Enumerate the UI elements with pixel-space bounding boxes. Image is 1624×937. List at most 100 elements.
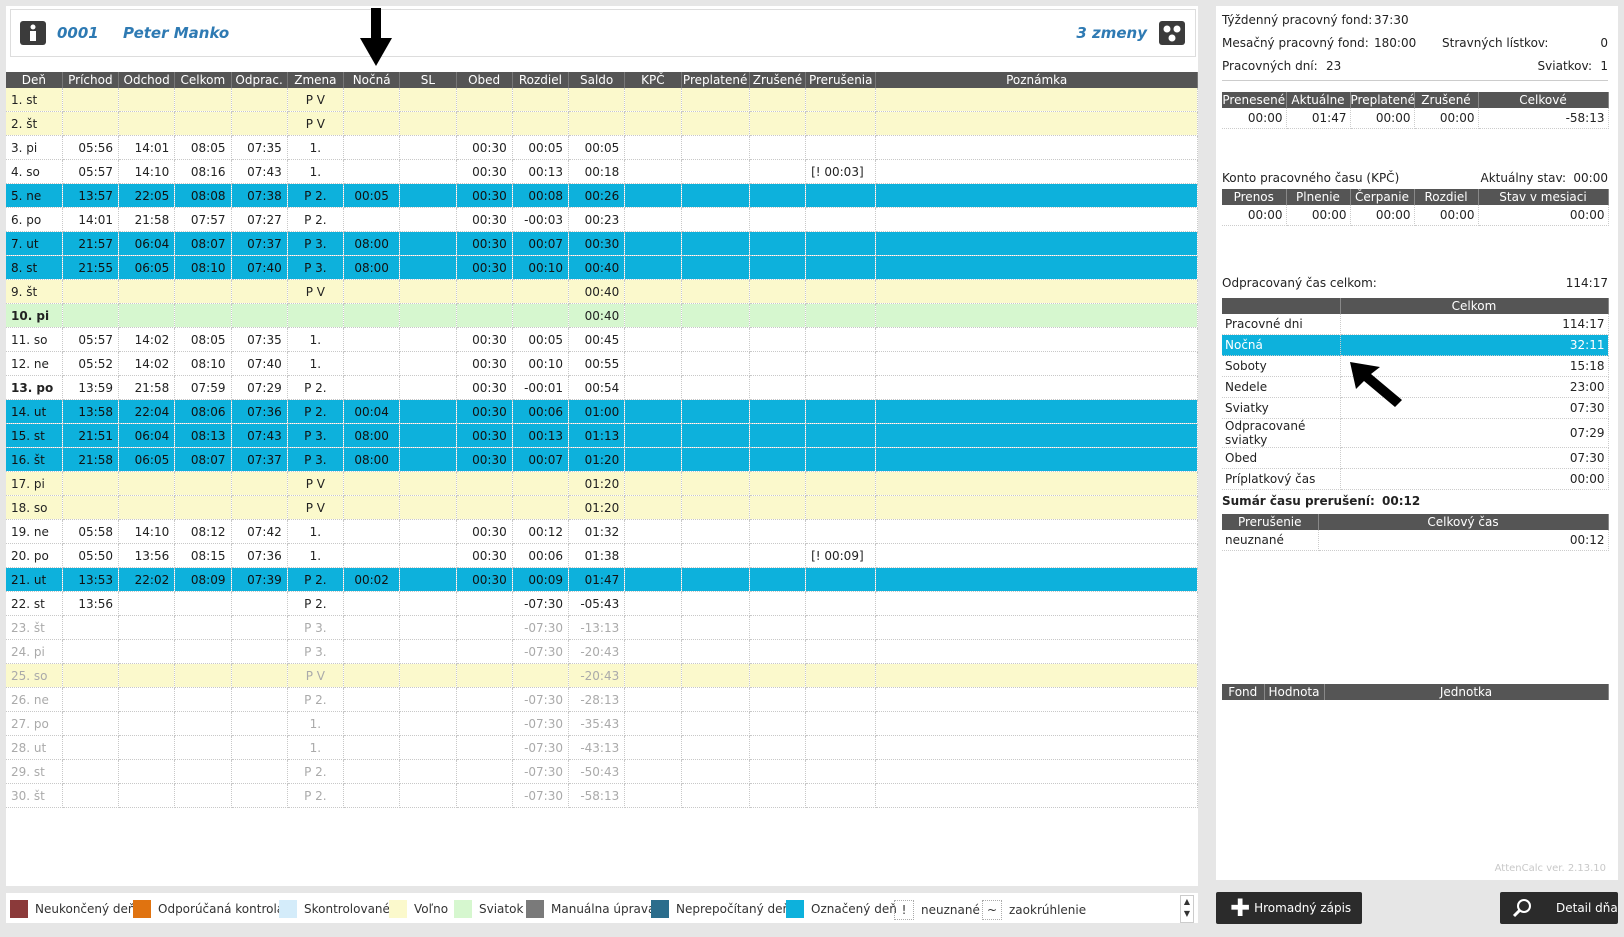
table-cell: 22:04	[118, 399, 176, 424]
day-detail-button[interactable]: Detail dňa	[1500, 892, 1618, 924]
table-cell	[456, 495, 513, 520]
table-row[interactable]: 2. št P V	[6, 111, 1198, 136]
shift-count: 3 zmeny	[1076, 24, 1147, 42]
table-cell: 29. st	[6, 759, 63, 784]
table-cell: 00:55	[568, 351, 626, 376]
column-header[interactable]: Saldo	[568, 72, 626, 88]
legend-scroll[interactable]: ▲ ▼	[1180, 895, 1194, 923]
table-row[interactable]: 27. po 1. -07:30 -35:43	[6, 711, 1198, 736]
workdays-value: 23	[1326, 59, 1342, 73]
table-row[interactable]: 11. so 05:57 14:02 08:05 07:35 1. 00:30 00:05 00…	[6, 327, 1198, 352]
table-cell: 00:30	[456, 183, 513, 208]
table-row[interactable]: 22. st 13:56 P 2. -07:30 -05:43	[6, 591, 1198, 616]
table-cell	[749, 663, 807, 688]
attendance-table: Deň Príchod Odchod Celkom Odprac. Zmena Nočná S…	[6, 72, 1198, 808]
column-header[interactable]: Zrušené	[749, 72, 807, 88]
column-header[interactable]: Preplatené	[681, 72, 750, 88]
plus-icon: ✚	[1230, 894, 1251, 922]
table-row[interactable]: 30. št P 2. -07:30 -58:13	[6, 783, 1198, 808]
table-cell	[681, 447, 750, 472]
table-cell	[399, 423, 457, 448]
table-cell	[749, 567, 807, 592]
table-row[interactable]: 17. pi P V 01:20	[6, 471, 1198, 496]
table-cell: 13:53	[62, 567, 120, 592]
table-row[interactable]: 19. ne 05:58 14:10 08:12 07:42 1. 00:30 00:12 01…	[6, 519, 1198, 544]
table-cell: P 3.	[287, 447, 345, 472]
column-header: Zrušené	[1414, 92, 1479, 108]
table-cell	[681, 519, 750, 544]
table-row: Odpracované sviatky 07:29	[1222, 418, 1609, 448]
table-row[interactable]: 14. ut 13:58 22:04 08:06 07:36 P 2. 00:04 00:30…	[6, 399, 1198, 424]
table-row[interactable]: 16. št 21:58 06:05 08:07 07:37 P 3. 08:00 00:30…	[6, 447, 1198, 472]
table-cell: 16. št	[6, 447, 63, 472]
column-header[interactable]: Odchod	[118, 72, 176, 88]
table-cell	[62, 111, 120, 136]
bulk-entry-button[interactable]: ✚ Hromadný zápis	[1216, 892, 1362, 924]
table-row[interactable]: 8. st 21:55 06:05 08:10 07:40 P 3. 08:00 00:30 0…	[6, 255, 1198, 280]
table-cell: -07:30	[512, 783, 570, 808]
table-cell: 07:27	[231, 207, 288, 232]
table-row[interactable]: 4. so 05:57 14:10 08:16 07:43 1. 00:30 00:13 00:…	[6, 159, 1198, 184]
table-cell	[624, 471, 682, 496]
table-row[interactable]: 20. po 05:50 13:56 08:15 07:36 1. 00:30 00:06 01…	[6, 543, 1198, 568]
table-cell	[805, 519, 877, 544]
row-label: Odpracované sviatky	[1222, 418, 1341, 448]
table-cell	[749, 687, 807, 712]
table-cell	[681, 471, 750, 496]
table-row[interactable]: 15. st 21:51 06:04 08:13 07:43 P 3. 08:00 00:30…	[6, 423, 1198, 448]
table-row[interactable]: 3. pi 05:56 14:01 08:05 07:35 1. 00:30 00:05 00:…	[6, 135, 1198, 160]
column-header[interactable]: Odprac.	[231, 72, 288, 88]
table-cell: -05:43	[568, 591, 626, 616]
table-cell: 13:59	[62, 375, 120, 400]
column-header[interactable]: Poznámka	[875, 72, 1198, 88]
table-row[interactable]: 7. ut 21:57 06:04 08:07 07:37 P 3. 08:00 00:30 0…	[6, 231, 1198, 256]
table-cell	[399, 663, 457, 688]
table-row[interactable]: 26. ne P 2. -07:30 -28:13	[6, 687, 1198, 712]
table-row[interactable]: 12. ne 05:52 14:02 08:10 07:40 1. 00:30 00:10 00…	[6, 351, 1198, 376]
table-row[interactable]: 24. pi P 3. -07:30 -20:43	[6, 639, 1198, 664]
table-cell	[231, 759, 288, 784]
table-row[interactable]: 13. po 13:59 21:58 07:59 07:29 P 2. 00:30 -00:0…	[6, 375, 1198, 400]
table-cell	[456, 687, 513, 712]
column-header[interactable]: Príchod	[62, 72, 120, 88]
legend-item: Neprepočítaný deň	[651, 900, 790, 918]
table-row[interactable]: 10. pi 00:40	[6, 303, 1198, 328]
table-row[interactable]: 18. so P V 01:20	[6, 495, 1198, 520]
table-row[interactable]: 29. st P 2. -07:30 -50:43	[6, 759, 1198, 784]
legend-swatch	[10, 900, 28, 918]
table-row[interactable]: 6. po 14:01 21:58 07:57 07:27 P 2. 00:30 -00:03…	[6, 207, 1198, 232]
column-header[interactable]: Celkom	[174, 72, 232, 88]
column-header[interactable]: Deň	[6, 72, 63, 88]
column-header[interactable]: KPČ	[624, 72, 682, 88]
table-cell: -00:03	[512, 207, 570, 232]
column-header[interactable]: Prerušenia	[805, 72, 877, 88]
table-row[interactable]: 23. št P 3. -07:30 -13:13	[6, 615, 1198, 640]
column-header[interactable]: Nočná	[343, 72, 401, 88]
info-button[interactable]	[20, 21, 46, 45]
table-cell	[62, 88, 120, 112]
table-row[interactable]: 25. so P V -20:43	[6, 663, 1198, 688]
table-row[interactable]: 28. ut 1. -07:30 -43:13	[6, 735, 1198, 760]
interrupt-table: Prerušenie Celkový čas neuznané 00:12	[1222, 514, 1609, 551]
table-row[interactable]: 1. st P V	[6, 88, 1198, 112]
shift-pattern-icon	[1163, 25, 1181, 42]
table-row[interactable]: 9. št P V 00:40	[6, 279, 1198, 304]
table-cell: 07:36	[231, 543, 288, 568]
column-header[interactable]: Rozdiel	[512, 72, 570, 88]
table-cell: 25. so	[6, 663, 63, 688]
column-header[interactable]: Zmena	[287, 72, 345, 88]
column-header: Celkové	[1478, 92, 1609, 108]
table-cell	[343, 279, 401, 304]
table-row[interactable]: 21. ut 13:53 22:02 08:09 07:39 P 2. 00:02 00:30…	[6, 567, 1198, 592]
table-cell	[456, 471, 513, 496]
table-cell: 11. so	[6, 327, 63, 352]
table-cell: 00:26	[568, 183, 626, 208]
table-cell	[231, 591, 288, 616]
table-row[interactable]: 5. ne 13:57 22:05 08:08 07:38 P 2. 00:05 00:30 0…	[6, 183, 1198, 208]
shift-button[interactable]	[1159, 21, 1185, 45]
table-cell	[118, 711, 176, 736]
legend-swatch	[279, 900, 297, 918]
column-header[interactable]: SL	[399, 72, 457, 88]
table-cell	[681, 663, 750, 688]
column-header[interactable]: Obed	[456, 72, 513, 88]
